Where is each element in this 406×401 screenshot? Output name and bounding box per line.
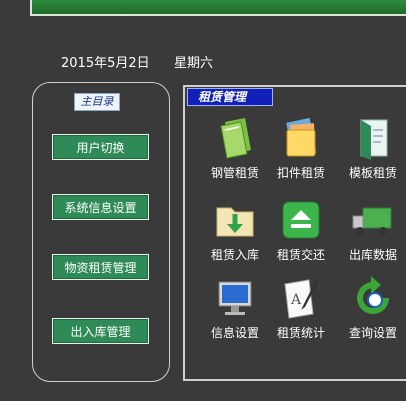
switch-user-button[interactable]: 用户切换 [52, 134, 149, 160]
tile-info-settings[interactable]: 信息设置 [204, 276, 266, 346]
system-settings-button[interactable]: 系统信息设置 [52, 194, 149, 220]
tile-rental-inbound[interactable]: 租赁入库 [204, 198, 266, 268]
tile-label: 信息设置 [210, 326, 259, 340]
tile-outbound-data[interactable]: 出库数据 [342, 198, 404, 268]
folders-stack-icon [286, 117, 317, 157]
folder-download-icon [216, 207, 254, 237]
green-notebook-icon [220, 118, 251, 159]
tile-rental-return[interactable]: 租赁交还 [270, 198, 332, 268]
top-banner [30, 0, 406, 16]
rental-management-title: 租赁管理 [187, 88, 273, 106]
document-folder-icon [360, 119, 388, 160]
current-date: 2015年5月2日 [61, 56, 150, 71]
inbound-outbound-button[interactable]: 出入库管理 [52, 318, 149, 344]
tile-rental-statistics[interactable]: A 租赁统计 [270, 276, 332, 346]
material-rental-button[interactable]: 物资租赁管理 [52, 254, 149, 280]
tile-fastener-rental[interactable]: 扣件租赁 [270, 116, 332, 186]
tile-label: 出库数据 [348, 248, 397, 262]
tile-formwork-rental[interactable]: 模板租赁 [342, 116, 404, 186]
tile-label: 查询设置 [348, 326, 397, 340]
tile-query-settings[interactable]: 查询设置 [342, 276, 404, 346]
sidebar-title: 主目录 [74, 93, 120, 111]
tile-label: 租赁交还 [276, 248, 325, 262]
eject-button-icon [282, 201, 320, 239]
tile-label: 钢管租赁 [210, 166, 259, 180]
tile-label: 模板租赁 [348, 166, 397, 180]
pen-document-icon: A [284, 278, 319, 319]
tile-label: 扣件租赁 [276, 166, 325, 180]
green-arrow-search-icon [357, 276, 389, 314]
tile-label: 租赁入库 [210, 248, 259, 262]
svg-text:A: A [290, 292, 302, 308]
delivery-truck-icon [352, 207, 392, 235]
computer-monitor-icon [218, 281, 252, 315]
tile-steel-pipe-rental[interactable]: 钢管租赁 [204, 116, 266, 186]
current-weekday: 星期六 [174, 56, 214, 71]
tile-label: 租赁统计 [276, 326, 325, 340]
